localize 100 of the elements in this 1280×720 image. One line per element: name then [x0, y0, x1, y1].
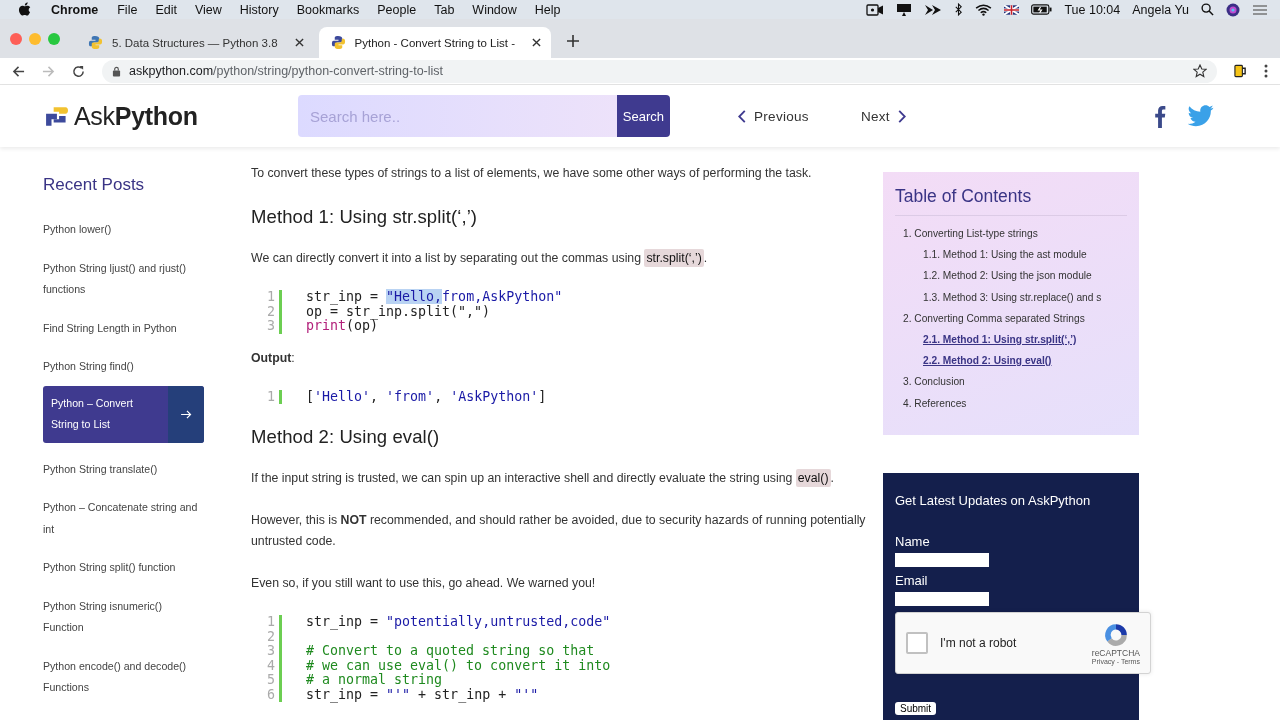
site-logo[interactable]: AskPython — [74, 101, 198, 131]
previous-link[interactable]: Previous — [738, 108, 809, 124]
browser-tab[interactable]: Python - Convert String to List - — [318, 27, 551, 58]
toc-link[interactable]: 2.2. Method 2: Using eval() — [923, 350, 1052, 372]
toc-link[interactable]: 4. References — [895, 392, 1127, 414]
code-line: # we can use eval() to convert it into — [306, 658, 611, 673]
facebook-icon[interactable] — [1153, 104, 1166, 128]
search-icon[interactable] — [1201, 3, 1214, 16]
menu-item[interactable]: Edit — [155, 2, 177, 17]
browser-tab[interactable]: 5. Data Structures — Python 3.8 — [76, 27, 314, 58]
mug-icon[interactable] — [1234, 63, 1247, 79]
line-number: 1 — [266, 290, 275, 305]
chevrons-icon[interactable] — [924, 3, 943, 16]
sidebar-item[interactable]: Python String translate() — [43, 458, 204, 480]
menu-item[interactable]: File — [117, 2, 138, 17]
reload-icon[interactable] — [72, 64, 85, 78]
menu-item[interactable]: View — [194, 2, 222, 17]
submit-button[interactable]: Submit — [895, 702, 937, 715]
paragraph: We can directly convert it into a list by separating out the commas using str.split(‘,’) . — [251, 248, 709, 269]
flag-icon[interactable] — [1004, 4, 1020, 15]
python-logo-icon — [330, 35, 346, 50]
close-tab-icon[interactable] — [294, 38, 304, 47]
code-line: str_inp = "Hello,from,AskPython" — [306, 290, 563, 305]
code-line: # a normal string — [306, 673, 443, 688]
input-field[interactable] — [895, 553, 989, 567]
chevron-right-icon — [897, 109, 906, 123]
close-tab-icon[interactable] — [532, 38, 541, 47]
arrow-icon — [180, 409, 192, 419]
menu-item[interactable]: Window — [472, 2, 517, 17]
line-number: 3 — [266, 644, 275, 659]
toc-link[interactable]: 1. Converting List-type strings — [895, 223, 1127, 245]
captcha-label: I'm not a robot — [940, 636, 1017, 650]
code-line: print(op) — [306, 319, 379, 334]
menu-item[interactable]: People — [377, 2, 417, 17]
search-field[interactable]: Search here.. — [298, 95, 617, 137]
menu-item[interactable]: Bookmarks — [296, 2, 360, 17]
line-number: 3 — [266, 319, 275, 334]
line-number: 4 — [266, 658, 275, 673]
apple-icon[interactable] — [18, 2, 31, 17]
camera-icon[interactable] — [866, 3, 885, 16]
display-icon[interactable] — [896, 2, 913, 17]
code-line: str_inp = "'" + str_inp + "'" — [306, 687, 539, 702]
toc-link[interactable]: 1.3. Method 3: Using str.replace() and s — [895, 286, 1127, 308]
code-line: op = str_inp.split(",") — [306, 304, 491, 319]
paragraph: If the input string is trusted, we can spin up an interactive shell and directly evaluate the string using eval() . — [251, 468, 835, 489]
captcha-brand: reCAPTCHA — [1091, 647, 1140, 658]
line-number: 1 — [266, 615, 275, 630]
user-name[interactable]: Angela Yu — [1132, 2, 1189, 17]
chevron-left-icon — [738, 109, 746, 123]
clock[interactable]: Tue 10:04 — [1064, 2, 1121, 17]
code-line: ['Hello', 'from', 'AskPython'] — [306, 389, 547, 404]
search-button[interactable]: Search — [616, 95, 670, 137]
battery-icon[interactable] — [1031, 4, 1053, 15]
section-heading: Method 1: Using str.split(‘,’) — [251, 206, 479, 228]
sidebar-item[interactable]: Find String Length in Python — [43, 317, 204, 339]
next-link[interactable]: Next — [860, 108, 906, 124]
new-tab-icon[interactable] — [567, 34, 579, 47]
sidebar-item[interactable]: Python String find() — [43, 356, 204, 378]
app-menu[interactable]: Chrome — [51, 2, 99, 17]
toc-link[interactable]: 1.1. Method 1: Using the ast module — [895, 244, 1127, 266]
menu-item[interactable]: History — [239, 2, 279, 17]
line-number: 2 — [266, 629, 275, 644]
sidebar-item[interactable]: Python String split() function — [43, 557, 204, 579]
sidebar-item[interactable]: Python – Concatenate string and int — [43, 497, 204, 540]
paragraph: Output: — [251, 349, 296, 367]
wifi-icon[interactable] — [975, 3, 993, 16]
twitter-icon[interactable] — [1187, 105, 1214, 127]
input-field[interactable] — [895, 592, 989, 606]
paragraph: To convert these types of strings to a list of elements, we have some other ways of performing the task. — [251, 165, 813, 182]
more-icon[interactable] — [1264, 64, 1268, 78]
line-number: 6 — [266, 687, 275, 702]
address-bar[interactable]: askpython.com/python/string/python-convert-string-to-list — [102, 59, 1217, 83]
sidebar-item[interactable]: Python encode() and decode() Functions — [43, 655, 204, 699]
newsletter-title: Get Latest Updates on AskPython — [895, 493, 1092, 508]
sidebar-item[interactable]: Python lower() — [43, 219, 204, 241]
field-label: Email — [895, 573, 929, 588]
toc-title: Table of Contents — [895, 186, 1127, 216]
paragraph: Even so, if you still want to use this, go ahead. We warned you! — [251, 575, 597, 592]
bluetooth-icon[interactable] — [954, 3, 964, 16]
sidebar-item[interactable]: Python – Convert String to List — [43, 385, 204, 443]
toc-link[interactable]: 2. Converting Comma separated Strings — [895, 307, 1127, 329]
code-line: # Convert to a quoted string so that — [306, 644, 595, 659]
code-line: str_inp = "potentially,untrusted,code" — [306, 615, 611, 630]
toc-link[interactable]: 1.2. Method 2: Using the json module — [895, 265, 1127, 287]
back-icon[interactable] — [12, 64, 25, 78]
sidebar-item[interactable]: Python String isnumeric() Function — [43, 595, 204, 639]
menu-item[interactable]: Help — [534, 2, 561, 17]
toc-link[interactable]: 2.1. Method 1: Using str.split(‘,’) — [923, 329, 1077, 351]
line-number: 2 — [266, 304, 275, 319]
section-heading: Method 2: Using eval() — [251, 426, 441, 448]
field-label: Name — [895, 534, 931, 549]
toc-link[interactable]: 3. Conclusion — [895, 371, 1127, 393]
menu-item[interactable]: Tab — [434, 2, 455, 17]
checkbox[interactable] — [906, 632, 928, 654]
sidebar-item[interactable]: Python String ljust() and rjust() functions — [43, 257, 204, 301]
sidebar-title: Recent Posts — [43, 175, 146, 195]
paragraph: However, this is NOT recommended, and should rather be avoided, due to security hazards of running potentially untrusted code. — [251, 512, 867, 550]
orb-icon[interactable] — [1226, 2, 1240, 17]
line-number: 5 — [266, 673, 275, 688]
recaptcha-icon — [1102, 621, 1129, 648]
